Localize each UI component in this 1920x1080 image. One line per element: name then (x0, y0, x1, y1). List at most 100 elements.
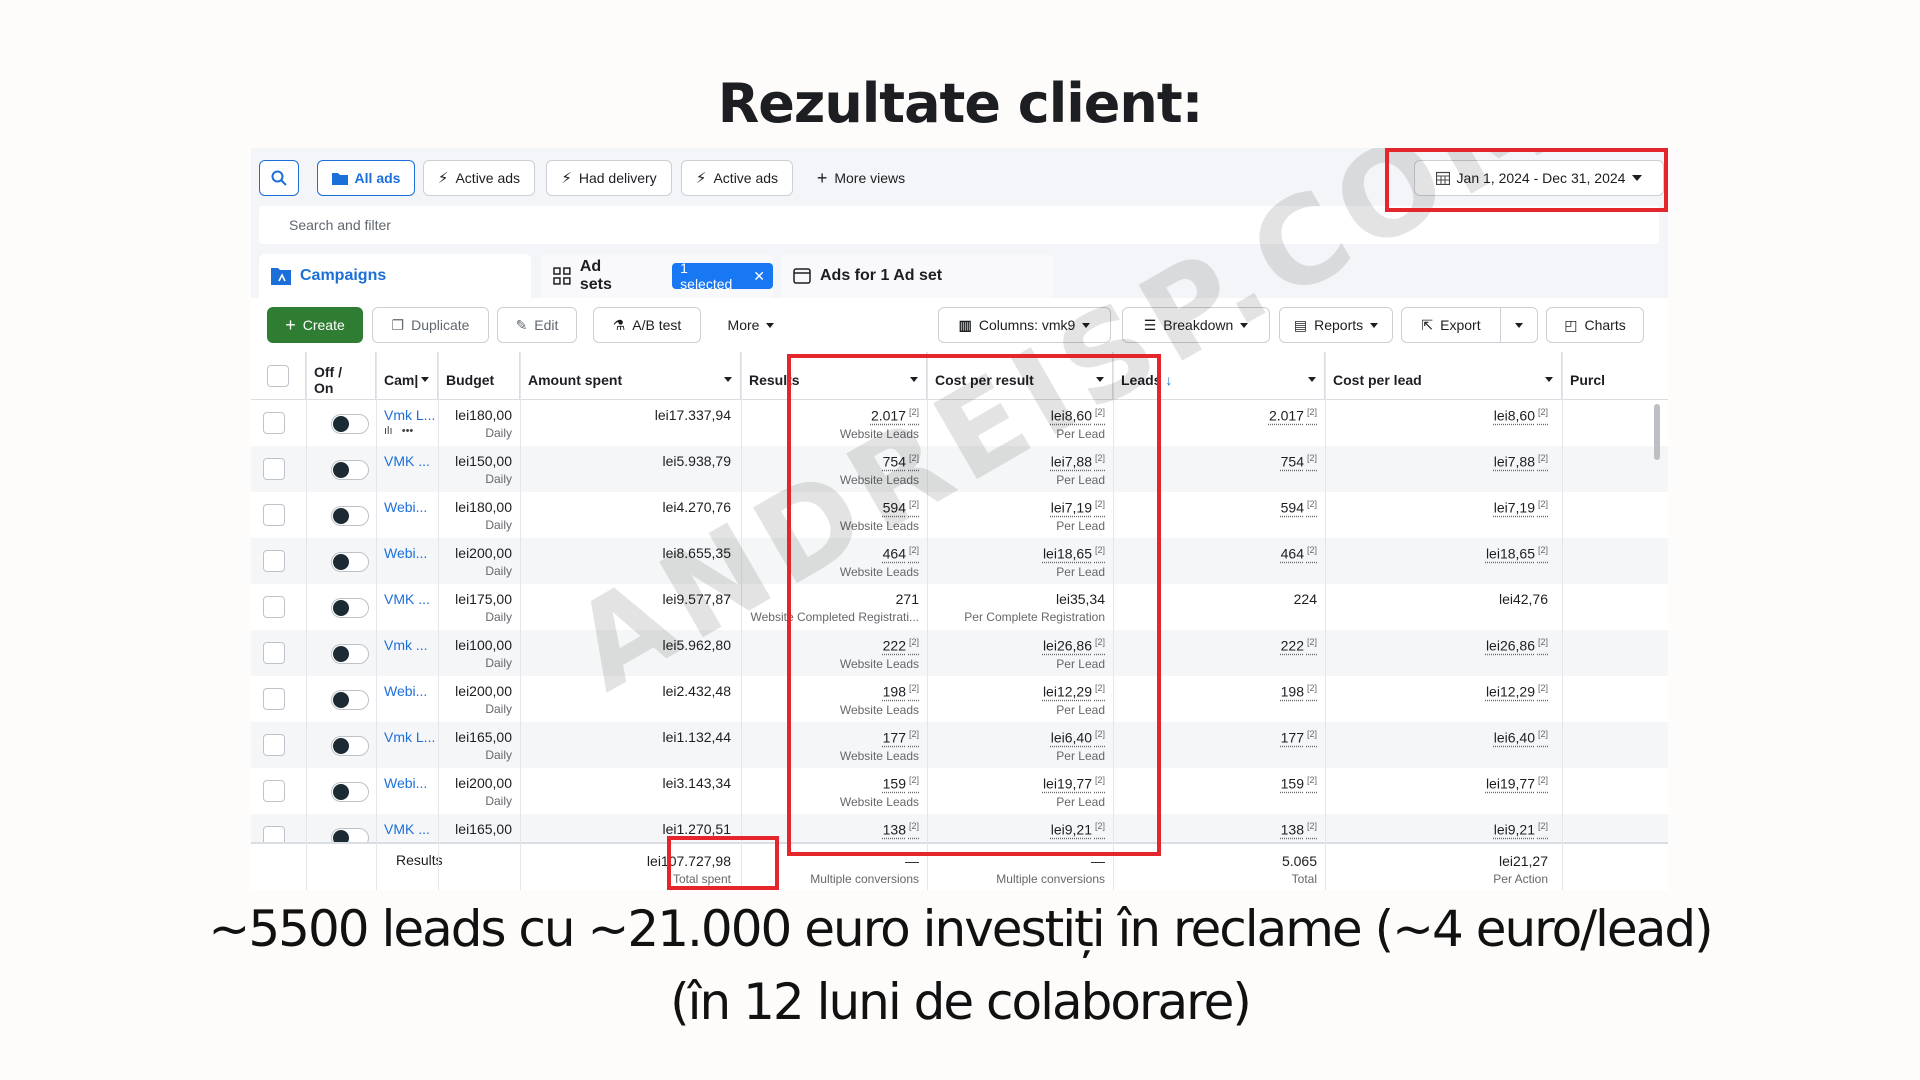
campaign-name-link[interactable]: VMK ... (376, 446, 438, 492)
budget-cell[interactable]: lei180,00 Daily (438, 400, 520, 446)
footnote-marker: [2] (1306, 545, 1317, 555)
create-button[interactable]: + Create (267, 307, 363, 343)
cost-per-result-cell: lei26,86 [2] Per Lead (1042, 637, 1105, 671)
amount-spent-cell: lei9.577,87 (662, 591, 731, 607)
results-cell: 222 [2] Website Leads (839, 637, 919, 671)
footnote-marker: [2] (1537, 545, 1548, 555)
budget-cell[interactable]: lei180,00 Daily (438, 492, 520, 538)
campaign-name-link[interactable]: Webi... (376, 492, 438, 538)
view-active-ads[interactable]: ⚡︎ Active ads (423, 160, 535, 196)
columns-icon: ▥ (958, 316, 972, 333)
leads-cell: 464 [2] (1280, 545, 1317, 562)
view-all-ads[interactable]: All ads (317, 160, 415, 196)
table-row[interactable]: Webi... lei200,00 Daily lei8.655,35 464 [2… (251, 538, 1668, 584)
cost-per-lead-cell: lei42,76 (1498, 591, 1548, 607)
campaign-name-link[interactable]: Vmk ... (376, 630, 438, 676)
campaign-name-link[interactable]: VMK ... (376, 584, 438, 630)
more-button[interactable]: More (711, 307, 791, 343)
campaigns-table: Off / On Cam| Budget Amount spent Result… (251, 352, 1668, 890)
campaign-name-link[interactable]: Webi... (376, 538, 438, 584)
edit-button[interactable]: ✎ Edit (497, 307, 577, 343)
bolt-icon: ⚡︎ (561, 170, 572, 187)
cost-per-result-cell: lei18,65 [2] Per Lead (1042, 545, 1105, 579)
budget-cell[interactable]: lei175,00 Daily (438, 584, 520, 630)
search-filter-input[interactable]: Search and filter (259, 206, 1659, 244)
search-icon (271, 170, 287, 186)
col-results[interactable]: Results (741, 352, 927, 400)
footnote-marker: [2] (1537, 729, 1548, 739)
campaign-toggle[interactable] (331, 782, 369, 802)
footnote-marker: [2] (908, 545, 919, 555)
table-row[interactable]: Webi... lei200,00 Daily lei2.432,48 198 [2… (251, 676, 1668, 722)
col-leads[interactable]: Leads ↓ (1113, 352, 1325, 400)
campaign-name-link[interactable]: Vmk L... (376, 722, 438, 768)
ad-window-icon (793, 268, 811, 284)
leads-cell: 2.017 [2] (1268, 407, 1317, 424)
leads-cell: 594 [2] (1280, 499, 1317, 516)
ab-test-button[interactable]: ⚗ A/B test (593, 307, 701, 343)
table-row[interactable]: Vmk L... ılı ••• lei180,00 Daily lei17.337… (251, 400, 1668, 446)
amount-spent-cell: lei8.655,35 (662, 545, 731, 561)
view-had-delivery[interactable]: ⚡︎ Had delivery (546, 160, 672, 196)
campaign-name-link[interactable]: Webi... (376, 676, 438, 722)
footnote-marker: [2] (1306, 775, 1317, 785)
table-row[interactable]: Vmk L... lei165,00 Daily lei1.132,44 177[… (251, 722, 1668, 768)
date-range-picker[interactable]: Jan 1, 2024 - Dec 31, 2024 (1414, 160, 1664, 196)
col-purchases[interactable]: Purcl (1562, 352, 1668, 400)
cost-per-result-cell: lei8,60 [2] Per Lead (1050, 407, 1105, 441)
columns-dropdown[interactable]: ▥ Columns: vmk9 (938, 307, 1111, 343)
export-button[interactable]: ⇱ Export (1401, 307, 1501, 343)
budget-cell[interactable]: lei165,00 Daily (438, 722, 520, 768)
row-actions-icon[interactable]: ılı ••• (384, 425, 438, 437)
table-row[interactable]: Webi... lei180,00 Daily lei4.270,76 594 [2… (251, 492, 1668, 538)
export-menu-toggle[interactable] (1500, 307, 1538, 343)
chevron-down-icon (1632, 175, 1643, 181)
search-button[interactable] (259, 160, 299, 196)
budget-cell[interactable]: lei150,00 Daily (438, 446, 520, 492)
selection-badge[interactable]: 1 selected ✕ (672, 260, 773, 292)
cost-per-lead-cell: lei19,77 [2] (1485, 775, 1548, 792)
reports-dropdown[interactable]: ▤ Reports (1279, 307, 1393, 343)
more-views-button[interactable]: + More views (806, 160, 916, 196)
col-campaign[interactable]: Cam| (376, 352, 438, 400)
campaign-toggle[interactable] (331, 460, 369, 480)
table-row[interactable]: VMK ... lei150,00 Daily lei5.938,79 754 [2… (251, 446, 1668, 492)
charts-button[interactable]: ◰ Charts (1546, 307, 1644, 343)
campaign-toggle[interactable] (331, 506, 369, 526)
select-all-checkbox[interactable] (267, 365, 289, 387)
campaign-toggle[interactable] (331, 598, 369, 618)
table-row[interactable]: Vmk ... lei100,00 Daily lei5.962,80 222 [2… (251, 630, 1668, 676)
close-icon[interactable]: ✕ (753, 268, 765, 285)
col-off-on: Off / On (306, 352, 376, 400)
campaign-toggle[interactable] (331, 414, 369, 434)
col-amount-spent[interactable]: Amount spent (520, 352, 741, 400)
column-divider (741, 352, 742, 890)
results-cell: 2.017 [2] Website Leads (839, 407, 919, 441)
budget-cell[interactable]: lei200,00 Daily (438, 538, 520, 584)
amount-spent-cell: lei2.432,48 (662, 683, 731, 699)
table-scrollbar[interactable] (1654, 404, 1660, 460)
col-cost-per-result[interactable]: Cost per result (927, 352, 1113, 400)
sort-arrow-down-icon: ↓ (1165, 371, 1173, 388)
col-budget[interactable]: Budget (438, 352, 520, 400)
duplicate-button[interactable]: ❐ Duplicate (372, 307, 489, 343)
campaign-toggle[interactable] (331, 736, 369, 756)
tab-ads[interactable]: Ads for 1 Ad set (781, 254, 1053, 298)
chevron-down-icon (1096, 377, 1104, 382)
tab-campaigns[interactable]: Campaigns (259, 254, 531, 298)
budget-cell[interactable]: lei200,00 Daily (438, 768, 520, 814)
view-active-ads-2[interactable]: ⚡︎ Active ads (681, 160, 793, 196)
table-row[interactable]: VMK ... lei175,00 Daily lei9.577,87 271 We… (251, 584, 1668, 630)
breakdown-dropdown[interactable]: ☰ Breakdown (1122, 307, 1270, 343)
tab-ad-sets[interactable]: Ad sets 1 selected ✕ (541, 254, 773, 298)
campaign-name-link[interactable]: Vmk L... ılı ••• (376, 400, 438, 446)
table-row[interactable]: Webi... lei200,00 Daily lei3.143,34 159 [2… (251, 768, 1668, 814)
campaign-toggle[interactable] (331, 690, 369, 710)
amount-spent-cell: lei5.962,80 (662, 637, 731, 653)
budget-cell[interactable]: lei200,00 Daily (438, 676, 520, 722)
budget-cell[interactable]: lei100,00 Daily (438, 630, 520, 676)
campaign-toggle[interactable] (331, 552, 369, 572)
col-cost-per-lead[interactable]: Cost per lead (1325, 352, 1562, 400)
campaign-name-link[interactable]: Webi... (376, 768, 438, 814)
campaign-toggle[interactable] (331, 644, 369, 664)
